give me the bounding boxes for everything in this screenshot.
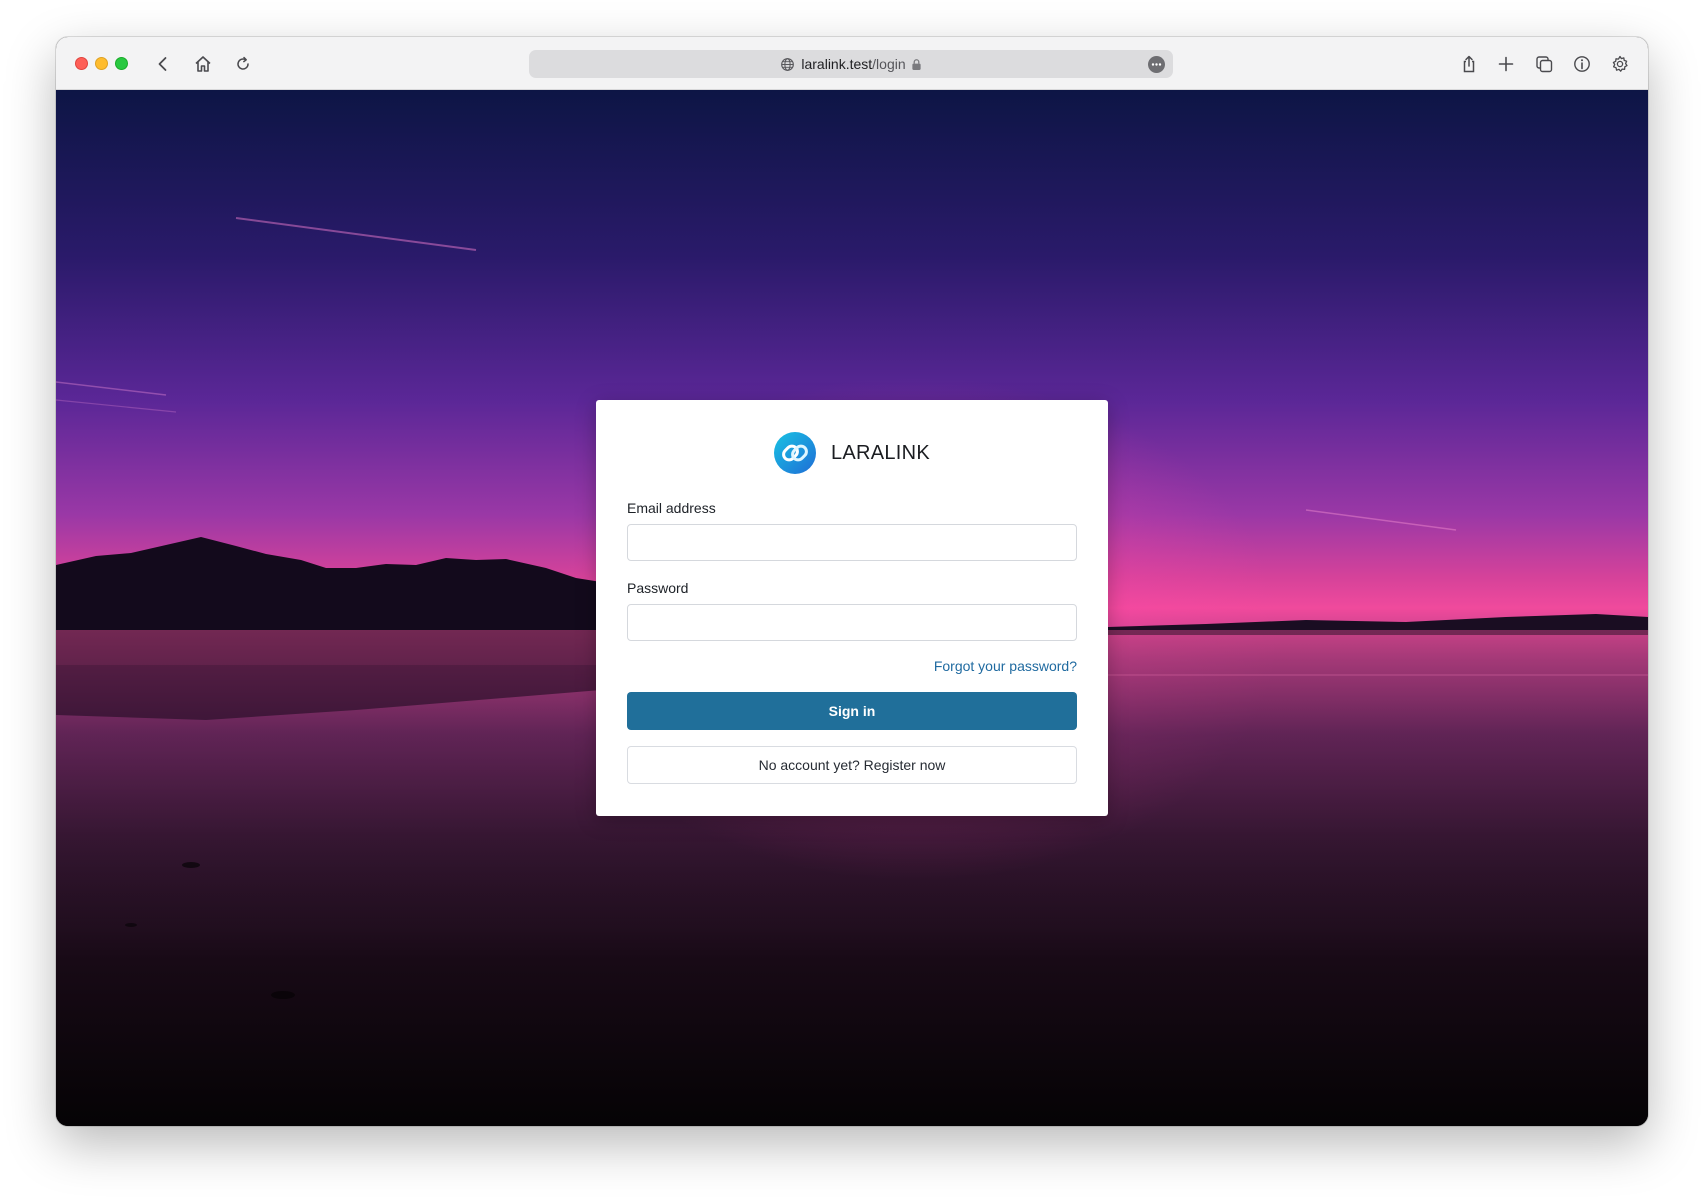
url-host: laralink.test	[801, 56, 873, 72]
home-icon[interactable]	[190, 51, 216, 77]
share-icon[interactable]	[1456, 51, 1482, 77]
globe-icon	[781, 57, 795, 71]
back-icon[interactable]	[150, 51, 176, 77]
brand-name: LARALINK	[830, 441, 931, 464]
brand: LARALINK	[596, 432, 1108, 474]
close-window-button[interactable]	[75, 57, 88, 70]
reload-icon[interactable]	[230, 51, 256, 77]
page-content: LARALINK Email address Password Forgot y…	[56, 90, 1648, 1126]
register-button[interactable]: No account yet? Register now	[627, 746, 1077, 784]
address-bar[interactable]: laralink.test/login	[529, 50, 1173, 78]
browser-window: laralink.test/login LARALINK Email addre…	[56, 37, 1648, 1126]
more-icon[interactable]	[1148, 56, 1165, 73]
laralink-logo-icon	[773, 432, 816, 474]
sign-in-button[interactable]: Sign in	[627, 692, 1077, 730]
password-field[interactable]	[627, 604, 1077, 641]
email-field[interactable]	[627, 524, 1077, 561]
login-card: LARALINK Email address Password Forgot y…	[596, 400, 1108, 816]
info-icon[interactable]	[1569, 51, 1595, 77]
forgot-password-link[interactable]: Forgot your password?	[934, 658, 1077, 674]
url-path: /login	[872, 56, 906, 72]
new-tab-icon[interactable]	[1493, 51, 1519, 77]
lock-icon	[912, 58, 921, 70]
password-label: Password	[627, 580, 689, 596]
zoom-window-button[interactable]	[115, 57, 128, 70]
minimize-window-button[interactable]	[95, 57, 108, 70]
tabs-icon[interactable]	[1531, 51, 1557, 77]
gear-icon[interactable]	[1607, 51, 1633, 77]
email-label: Email address	[627, 500, 716, 516]
browser-toolbar: laralink.test/login	[56, 37, 1648, 90]
